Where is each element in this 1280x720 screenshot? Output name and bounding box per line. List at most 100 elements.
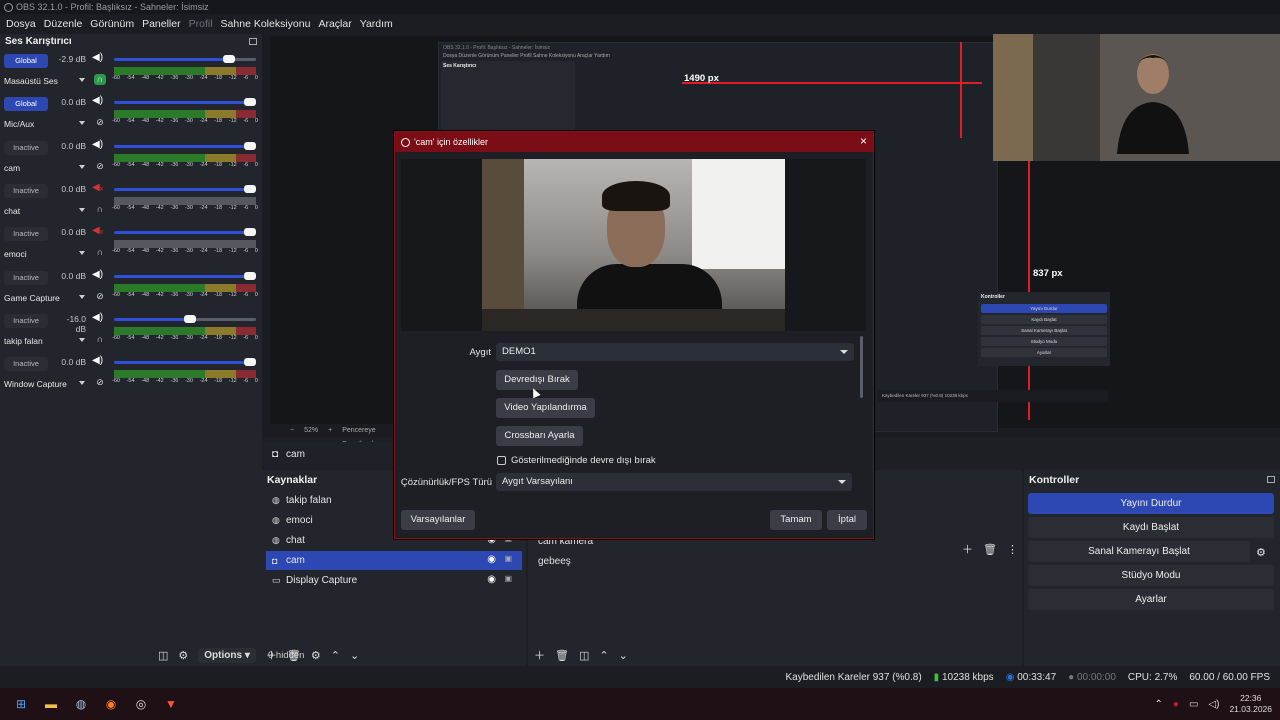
speaker-icon[interactable]: ◀) bbox=[92, 355, 106, 366]
speaker-icon[interactable]: ◀) bbox=[92, 312, 106, 323]
volume-knob[interactable] bbox=[184, 314, 197, 323]
volume-knob[interactable] bbox=[244, 228, 256, 237]
control-button[interactable]: Ayarlar bbox=[1028, 589, 1274, 610]
crossbar-button[interactable]: Crossbarı Ayarla bbox=[496, 426, 583, 446]
transition-menu-button[interactable]: ⋮ bbox=[1007, 543, 1018, 556]
monitor-off-icon[interactable]: ⊘ bbox=[94, 117, 106, 128]
chevron-down-icon[interactable] bbox=[79, 381, 85, 386]
close-icon[interactable]: × bbox=[860, 134, 867, 148]
monitor-badge[interactable]: Inactive bbox=[4, 140, 48, 155]
zoom-plus-button[interactable]: + bbox=[328, 424, 332, 438]
headphones-icon[interactable]: ∩ bbox=[94, 74, 106, 85]
device-select[interactable]: DEMO1 bbox=[496, 343, 854, 361]
menu-item-1[interactable]: Düzenle bbox=[40, 18, 87, 30]
add-button[interactable]: ＋ bbox=[534, 647, 545, 663]
fit-to-window-button[interactable]: Pencereye Boyutlandır bbox=[342, 424, 397, 448]
eye-icon[interactable]: ◉ bbox=[487, 574, 496, 585]
control-button[interactable]: Kaydı Başlat bbox=[1028, 517, 1274, 538]
volume-icon[interactable]: ◁) bbox=[1208, 699, 1219, 710]
file-explorer-icon[interactable]: ▬ bbox=[42, 695, 60, 713]
checkbox-box[interactable] bbox=[497, 456, 506, 465]
tray-chevron-icon[interactable]: ⌃ bbox=[1155, 699, 1163, 710]
move-down-button[interactable]: ⌄ bbox=[350, 649, 359, 662]
speaker-icon[interactable]: ◀) bbox=[92, 269, 106, 280]
speaker-icon[interactable]: ◀) bbox=[92, 52, 106, 63]
source-properties-button[interactable]: ⚙ bbox=[311, 649, 321, 662]
volume-knob[interactable] bbox=[223, 55, 236, 63]
monitor-badge[interactable]: Inactive bbox=[4, 270, 48, 285]
remove-button[interactable]: 🗑 bbox=[555, 649, 569, 662]
volume-slider[interactable] bbox=[114, 101, 256, 105]
chevron-down-icon[interactable] bbox=[79, 251, 85, 256]
video-config-button[interactable]: Video Yapılandırma bbox=[496, 398, 595, 418]
undock-icon[interactable] bbox=[249, 38, 257, 45]
monitor-badge[interactable]: Global bbox=[4, 97, 48, 112]
speaker-muted-icon[interactable]: ◀ₓ bbox=[92, 182, 106, 193]
chevron-down-icon[interactable] bbox=[79, 121, 85, 126]
filter-toggle-icon[interactable]: ◫ bbox=[158, 649, 168, 662]
source-item[interactable]: ◘ cam ◉ ▣ bbox=[266, 551, 522, 570]
control-button[interactable]: Yayını Durdur bbox=[1028, 493, 1274, 514]
volume-slider[interactable] bbox=[114, 231, 256, 235]
volume-knob[interactable] bbox=[244, 141, 256, 150]
volume-knob[interactable] bbox=[244, 98, 256, 107]
volume-knob[interactable] bbox=[244, 184, 256, 193]
monitor-badge[interactable]: Inactive bbox=[4, 183, 48, 198]
list-item[interactable]: gebeeş bbox=[538, 556, 571, 567]
deactivate-when-hidden-checkbox[interactable]: Gösterilmediğinde devre dışı bırak bbox=[497, 455, 656, 466]
headphones-icon[interactable]: ∩ bbox=[94, 204, 106, 215]
volume-knob[interactable] bbox=[244, 271, 256, 280]
monitor-badge[interactable]: Global bbox=[4, 54, 48, 68]
chevron-down-icon[interactable] bbox=[79, 207, 85, 212]
menu-item-7[interactable]: Yardım bbox=[356, 18, 397, 30]
menu-item-4[interactable]: Profil bbox=[185, 18, 217, 30]
speaker-icon[interactable]: ◀) bbox=[92, 139, 106, 150]
network-icon[interactable]: ▭ bbox=[1189, 699, 1198, 710]
volume-slider[interactable] bbox=[114, 361, 256, 365]
control-button[interactable]: Sanal Kamerayı Başlat bbox=[1028, 541, 1250, 562]
windows-start-icon[interactable]: ⊞ bbox=[12, 695, 30, 713]
lock-icon[interactable]: ▣ bbox=[504, 574, 512, 583]
speaker-muted-icon[interactable]: ◀ₓ bbox=[92, 225, 106, 236]
resolution-type-select[interactable]: Aygıt Varsayılanı bbox=[496, 473, 852, 491]
monitor-badge[interactable]: Inactive bbox=[4, 227, 48, 242]
gear-icon[interactable]: ⚙ bbox=[1256, 546, 1266, 559]
menu-item-3[interactable]: Paneller bbox=[138, 18, 185, 30]
monitor-badge[interactable]: Inactive bbox=[4, 357, 48, 372]
menu-item-0[interactable]: Dosya bbox=[2, 18, 40, 30]
options-button[interactable]: Options ▾ bbox=[198, 647, 256, 663]
headphones-icon[interactable]: ∩ bbox=[94, 247, 106, 258]
defaults-button[interactable]: Varsayılanlar bbox=[401, 510, 475, 530]
ok-button[interactable]: Tamam bbox=[770, 510, 822, 530]
source-item[interactable]: ▭ Display Capture ◉ ▣ bbox=[266, 571, 522, 590]
volume-slider[interactable] bbox=[114, 274, 256, 278]
monitor-off-icon[interactable]: ⊘ bbox=[94, 291, 106, 302]
steam-icon[interactable]: ◍ bbox=[72, 695, 90, 713]
source-settings-icon[interactable]: ⚙ bbox=[178, 649, 188, 662]
add-source-button[interactable]: ＋ bbox=[266, 647, 277, 663]
menu-item-5[interactable]: Sahne Koleksiyonu bbox=[217, 18, 315, 30]
remove-source-button[interactable]: 🗑 bbox=[287, 649, 301, 662]
eye-icon[interactable]: ◉ bbox=[487, 554, 496, 565]
chevron-down-icon[interactable] bbox=[79, 78, 85, 82]
add-transition-button[interactable]: ＋ bbox=[962, 541, 973, 557]
volume-knob[interactable] bbox=[244, 358, 256, 367]
headphones-icon[interactable]: ∩ bbox=[94, 334, 106, 345]
lock-icon[interactable]: ▣ bbox=[504, 554, 512, 563]
menu-item-6[interactable]: Araçlar bbox=[314, 18, 355, 30]
chevron-down-icon[interactable] bbox=[79, 164, 85, 169]
undock-icon[interactable] bbox=[1267, 476, 1275, 483]
monitor-off-icon[interactable]: ⊘ bbox=[94, 377, 106, 388]
tray-app-icon[interactable]: ● bbox=[1173, 699, 1179, 710]
move-down-button[interactable]: ⌄ bbox=[619, 649, 628, 662]
brave-icon[interactable]: ▼ bbox=[162, 695, 180, 713]
chevron-down-icon[interactable] bbox=[79, 294, 85, 299]
speaker-icon[interactable]: ◀) bbox=[92, 95, 106, 106]
remove-transition-button[interactable]: 🗑 bbox=[983, 543, 997, 556]
filter-toggle-icon[interactable]: ◫ bbox=[579, 649, 589, 662]
control-button[interactable]: Stüdyo Modu bbox=[1028, 565, 1274, 586]
monitor-off-icon[interactable]: ⊘ bbox=[94, 161, 106, 172]
firefox-icon[interactable]: ◉ bbox=[102, 695, 120, 713]
obs-icon[interactable]: ◎ bbox=[132, 695, 150, 713]
zoom-minus-button[interactable]: − bbox=[290, 424, 294, 438]
